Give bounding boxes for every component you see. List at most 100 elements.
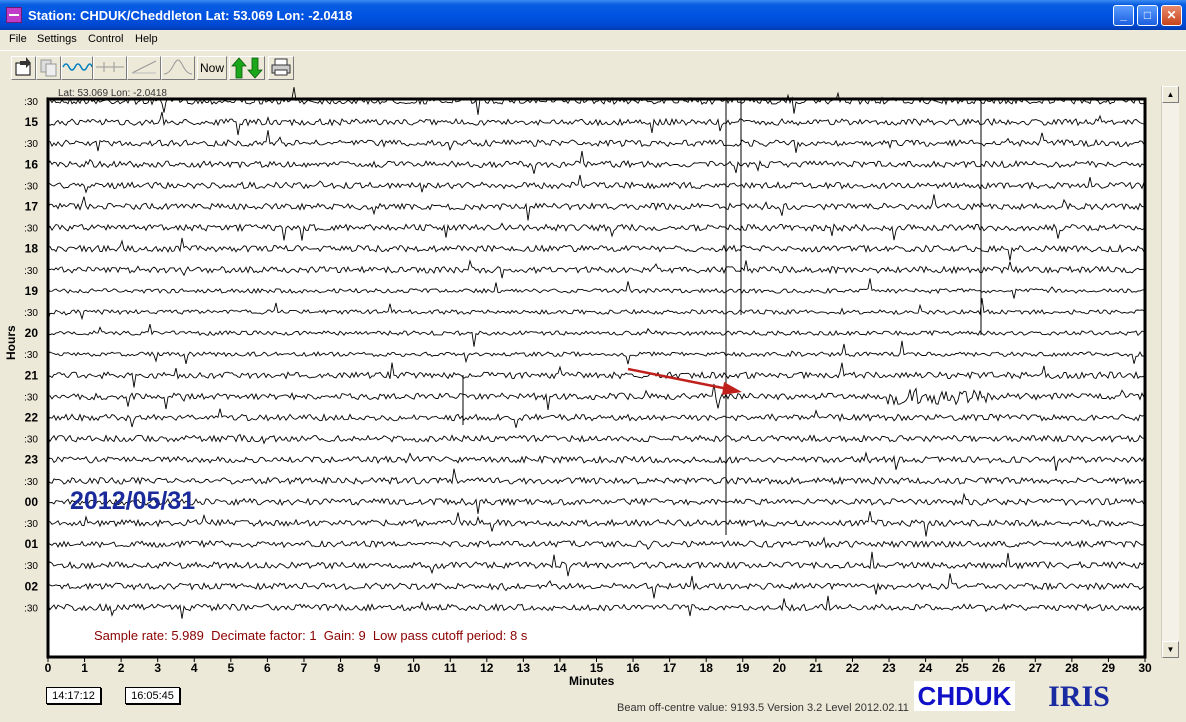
bell-curve-icon: [163, 59, 193, 75]
row-label: :30: [24, 139, 38, 150]
scroll-down-button[interactable]: ▼: [1162, 641, 1179, 658]
flat-trace-button[interactable]: [93, 56, 127, 80]
row-label: 21: [25, 368, 39, 382]
x-tick-label: 21: [809, 661, 823, 675]
x-tick-label: 17: [663, 661, 677, 675]
row-label: :30: [24, 308, 38, 319]
header-coords: Lat: 53.069 Lon: -2.0418: [58, 88, 167, 99]
x-tick-label: 24: [919, 661, 933, 675]
x-tick-label: 20: [773, 661, 787, 675]
x-tick-label: 12: [480, 661, 494, 675]
info-line: Sample rate: 5.989 Decimate factor: 1 Ga…: [94, 628, 528, 643]
row-label: 23: [25, 453, 39, 467]
row-label: :30: [24, 392, 38, 403]
row-label: 02: [25, 579, 39, 593]
window-title: Station: CHDUK/Cheddleton Lat: 53.069 Lo…: [28, 8, 353, 23]
copy-button[interactable]: [36, 56, 61, 80]
menu-control[interactable]: Control: [88, 33, 123, 45]
close-button[interactable]: ✕: [1161, 5, 1182, 26]
x-tick-label: 11: [444, 661, 457, 675]
x-tick-label: 29: [1102, 661, 1116, 675]
x-tick-label: 22: [846, 661, 860, 675]
x-tick-label: 3: [154, 661, 161, 675]
row-label: 15: [25, 115, 39, 129]
row-label: 01: [25, 537, 39, 551]
printer-icon: [271, 58, 291, 76]
date-label: 2012/05/31: [70, 487, 195, 515]
row-label: 00: [25, 495, 39, 509]
row-label: 20: [25, 326, 39, 340]
menu-file[interactable]: File: [9, 33, 27, 45]
maximize-button[interactable]: □: [1137, 5, 1158, 26]
seismogram-svg: Lat: 53.069 Lon: -2.0418 :3015:3016:3017…: [6, 85, 1162, 699]
time-start-field[interactable]: 14:17:12: [46, 687, 101, 704]
helicorder-plot: Lat: 53.069 Lon: -2.0418 :30 15:30 16:30 17…: [4, 85, 1162, 699]
x-tick-label: 28: [1065, 661, 1079, 675]
x-tick-label: 15: [590, 661, 604, 675]
iris-logo: IRIS: [1048, 680, 1110, 713]
row-label: :30: [24, 561, 38, 572]
station-logo: CHDUK: [914, 681, 1015, 711]
copy-icon: [40, 59, 56, 77]
row-label: 17: [25, 200, 39, 214]
beam-status: Beam off-centre value: 9193.5 Version 3.…: [617, 702, 909, 714]
title-bar: Station: CHDUK/Cheddleton Lat: 53.069 Lo…: [0, 0, 1186, 30]
x-tick-label: 14: [553, 661, 567, 675]
x-tick-label: 18: [700, 661, 714, 675]
app-icon: [6, 7, 22, 23]
scroll-up-button[interactable]: ▲: [1162, 86, 1179, 103]
time-end-field[interactable]: 16:05:45: [125, 687, 180, 704]
bell-curve-button[interactable]: [161, 56, 195, 80]
flat-trace-icon: [96, 62, 124, 72]
row-label: :30: [24, 435, 38, 446]
print-button[interactable]: [268, 56, 294, 80]
menu-help[interactable]: Help: [135, 33, 158, 45]
now-button[interactable]: Now: [197, 56, 227, 80]
x-tick-label: 2: [118, 661, 125, 675]
x-tick-label: 6: [264, 661, 271, 675]
row-label: :30: [24, 350, 38, 361]
x-tick-label: 9: [374, 661, 381, 675]
up-down-button[interactable]: [229, 56, 265, 80]
x-tick-label: 4: [191, 661, 198, 675]
ramp-icon: [131, 60, 157, 74]
minimize-button[interactable]: _: [1113, 5, 1134, 26]
row-label: :30: [24, 266, 38, 277]
row-label: 19: [25, 284, 39, 298]
y-axis-label: Hours: [4, 325, 18, 360]
row-label: :30: [24, 477, 38, 488]
up-down-arrows-icon: [231, 57, 263, 79]
x-tick-label: 5: [227, 661, 234, 675]
row-label: :30: [24, 519, 38, 530]
row-label: 22: [25, 411, 39, 425]
x-tick-label: 0: [45, 661, 52, 675]
menu-settings[interactable]: Settings: [37, 33, 77, 45]
x-tick-label: 13: [517, 661, 531, 675]
vertical-scrollbar[interactable]: ▲ ▼: [1161, 86, 1179, 658]
x-tick-label: 23: [882, 661, 896, 675]
x-tick-label: 7: [301, 661, 308, 675]
row-label: :30: [24, 97, 38, 108]
menu-bar: File Settings Control Help: [0, 30, 1186, 49]
waveform-icon: [62, 63, 93, 71]
open-file-button[interactable]: [11, 56, 36, 80]
row-label: :30: [24, 603, 38, 614]
row-label: :30: [24, 224, 38, 235]
x-tick-label: 27: [1029, 661, 1043, 675]
x-tick-label: 26: [992, 661, 1006, 675]
x-tick-label: 16: [626, 661, 640, 675]
x-tick-label: 8: [337, 661, 344, 675]
toolbar: Now: [0, 50, 1186, 86]
row-label: :30: [24, 181, 38, 192]
x-tick-label: 19: [736, 661, 750, 675]
x-tick-label: 30: [1138, 661, 1152, 675]
x-tick-label: 10: [407, 661, 421, 675]
x-tick-label: 1: [81, 661, 88, 675]
row-label: 18: [25, 242, 39, 256]
open-file-icon: [15, 57, 31, 76]
waveform-button[interactable]: [61, 56, 93, 80]
x-axis-label: Minutes: [569, 674, 615, 688]
ramp-button[interactable]: [127, 56, 161, 80]
row-label: 16: [25, 157, 39, 171]
x-tick-label: 25: [955, 661, 969, 675]
